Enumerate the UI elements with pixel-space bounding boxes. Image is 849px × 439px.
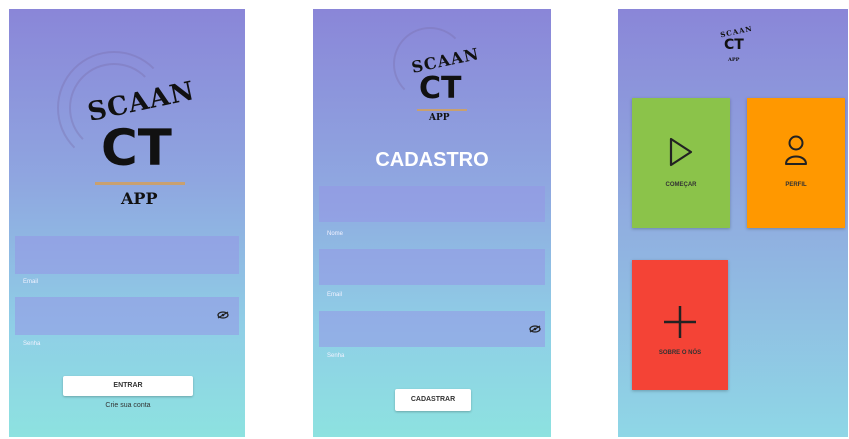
user-icon	[785, 135, 807, 165]
password-field[interactable]	[319, 311, 545, 347]
app-logo: SCAAN CT APP	[383, 19, 483, 129]
logo-app-text: APP	[121, 189, 158, 208]
name-label: Nome	[327, 231, 344, 237]
about-tile-label: SOBRE O NÓS	[658, 350, 702, 356]
logo-ct-text: CT	[724, 37, 744, 53]
login-button[interactable]: ENTRAR	[63, 376, 193, 396]
password-label: Senha	[327, 353, 345, 359]
name-field[interactable]	[319, 186, 545, 222]
email-label: Email	[327, 292, 343, 298]
profile-tile-label: PERFIL	[785, 182, 807, 188]
register-screen: SCAAN CT APP CADASTRO Nome Email Senha C…	[313, 9, 551, 437]
logo-bar	[95, 182, 185, 185]
home-screen: SCAAN CT APP COMEÇAR PERFIL SOBRE O NÓS	[618, 9, 848, 437]
register-button[interactable]: CADASTRAR	[395, 389, 471, 411]
start-tile-label: COMEÇAR	[665, 182, 697, 188]
app-logo: SCAAN CT APP	[714, 17, 754, 77]
logo-bar	[417, 109, 467, 111]
email-field[interactable]	[15, 236, 239, 274]
plus-icon	[664, 306, 696, 338]
create-account-link[interactable]: Crie sua conta	[63, 402, 193, 409]
email-field[interactable]	[319, 249, 545, 285]
page-title: CADASTRO	[375, 149, 489, 171]
password-field[interactable]	[15, 297, 239, 335]
login-screen: SCAAN CT APP Email Senha ENTRAR Crie sua…	[9, 9, 245, 437]
profile-tile[interactable]: PERFIL	[747, 98, 845, 228]
logo-ct-text: CT	[101, 119, 172, 177]
eye-off-icon[interactable]	[529, 325, 541, 333]
password-label: Senha	[23, 341, 41, 347]
eye-off-icon[interactable]	[217, 311, 229, 319]
logo-app-text: APP	[429, 113, 450, 123]
logo-app-text: APP	[728, 57, 740, 63]
play-icon	[669, 137, 693, 167]
app-logo: SCAAN CT APP	[49, 39, 199, 219]
about-tile[interactable]: SOBRE O NÓS	[632, 260, 728, 390]
email-label: Email	[23, 279, 39, 285]
start-tile[interactable]: COMEÇAR	[632, 98, 730, 228]
logo-ct-text: CT	[419, 71, 462, 106]
